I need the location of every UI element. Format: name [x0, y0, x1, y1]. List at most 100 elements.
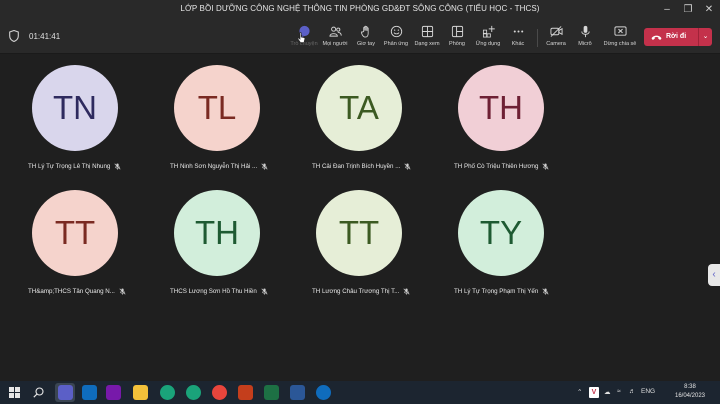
mic-muted-icon — [404, 163, 411, 170]
grid-view-icon — [421, 25, 433, 38]
window-title: LỚP BỒI DƯỠNG CÔNG NGHỆ THÔNG TIN PHÒNG … — [180, 4, 540, 13]
participant-tile[interactable]: TA TH Cải Đan Trịnh Bích Huyền ... — [310, 65, 450, 190]
avatar: TH — [458, 65, 544, 151]
edge-browser-icon[interactable] — [160, 385, 175, 400]
view-button[interactable]: Dạng xem — [412, 25, 442, 51]
apps-label: Ứng dụng — [475, 41, 501, 47]
mic-muted-icon — [114, 163, 121, 170]
raise-hand-label: Giơ tay — [357, 41, 375, 47]
avatar: TN — [32, 65, 118, 151]
browser-app-icon[interactable] — [316, 385, 331, 400]
outlook-app-icon[interactable] — [82, 385, 97, 400]
wifi-icon[interactable]: ≈ — [617, 388, 621, 395]
participant-name: TH Lương Châu Trương Thị T... — [312, 288, 410, 295]
more-button[interactable]: Khác — [503, 25, 533, 51]
participant-name: TH Cải Đan Trịnh Bích Huyền ... — [312, 163, 411, 170]
mic-muted-icon — [542, 288, 549, 295]
rooms-button[interactable]: Phòng — [442, 25, 472, 51]
avatar: TL — [174, 65, 260, 151]
meeting-timer: 01:41:41 — [29, 32, 61, 41]
minimize-icon[interactable]: – — [658, 2, 676, 17]
stop-sharing-label: Dừng chia sẻ — [603, 41, 637, 47]
phone-hangup-icon — [651, 35, 662, 40]
react-button[interactable]: Phản ứng — [381, 25, 411, 51]
mic-muted-icon — [403, 288, 410, 295]
apps-button[interactable]: Ứng dụng — [473, 25, 503, 51]
search-icon[interactable] — [33, 387, 44, 398]
stop-share-icon — [613, 26, 627, 36]
participant-name-text: TH Phố Cò Triệu Thiên Hương — [454, 163, 539, 171]
participant-tile[interactable]: TN TH Lý Tự Trọng Lê Thị Nhung — [26, 65, 166, 190]
add-apps-icon — [482, 25, 495, 38]
participant-grid: TN TH Lý Tự Trọng Lê Thị Nhung TL TH Ninh S… — [0, 55, 720, 381]
stop-sharing-button[interactable]: Dừng chia sẻ — [603, 25, 637, 51]
edge-dev-browser-icon[interactable] — [186, 385, 201, 400]
camera-icon — [549, 26, 563, 37]
rooms-label: Phòng — [449, 41, 465, 47]
participant-tile[interactable]: TT TH Lương Châu Trương Thị T... — [310, 190, 450, 315]
title-bar: LỚP BỒI DƯỠNG CÔNG NGHỆ THÔNG TIN PHÒNG … — [0, 0, 720, 20]
tray-chevron-up-icon[interactable]: ⌃ — [577, 388, 582, 396]
chevron-left-icon[interactable]: ‹ — [708, 264, 720, 286]
smiley-icon — [390, 25, 402, 38]
hand-icon — [360, 25, 369, 38]
input-language[interactable]: ENG — [641, 388, 655, 395]
participant-tile[interactable]: TL TH Ninh Sơn Nguyễn Thị Hải ... — [168, 65, 308, 190]
participant-tile[interactable]: TY TH Lý Tự Trọng Phạm Thị Yến — [452, 190, 592, 315]
avatar: TT — [316, 190, 402, 276]
clock-time: 8:38 — [684, 384, 696, 390]
mic-button[interactable]: Micrô — [570, 25, 600, 51]
participant-name-text: THCS Lương Sơn Hồ Thu Hiền — [170, 288, 257, 296]
people-icon — [328, 26, 342, 37]
powerpoint-app-icon[interactable] — [238, 385, 253, 400]
excel-app-icon[interactable] — [264, 385, 279, 400]
people-label: Mọi người — [322, 41, 348, 47]
mic-label: Micrô — [578, 41, 592, 47]
participant-name-text: TH&amp;THCS Tân Quang N... — [28, 288, 115, 296]
participant-name-text: TH Lý Tự Trọng Phạm Thị Yến — [454, 288, 539, 296]
avatar: TA — [316, 65, 402, 151]
chrome-browser-icon[interactable] — [212, 385, 227, 400]
clock-date: 16/04/2023 — [674, 393, 706, 399]
avatar: TY — [458, 190, 544, 276]
people-button[interactable]: Mọi người — [320, 25, 350, 51]
view-label: Dạng xem — [414, 41, 440, 47]
mic-muted-icon — [119, 288, 126, 295]
participant-tile[interactable]: TH THCS Lương Sơn Hồ Thu Hiền — [168, 190, 308, 315]
participant-name-text: TH Lương Châu Trương Thị T... — [312, 288, 400, 296]
camera-label: Camera — [546, 41, 566, 47]
participant-name: TH Phố Cò Triệu Thiên Hương — [454, 163, 549, 170]
taskbar-clock[interactable]: 8:38 16/04/2023 — [670, 383, 710, 401]
volume-icon[interactable]: ♬ — [629, 388, 636, 395]
raise-hand-button[interactable]: Giơ tay — [351, 25, 381, 51]
rooms-icon — [451, 25, 463, 38]
cloud-icon[interactable]: ☁ — [604, 388, 611, 396]
mouse-cursor-icon — [297, 32, 306, 43]
windows-taskbar: ⌃ V ☁ ≈ ♬ ENG 8:38 16/04/2023 — [0, 381, 720, 404]
teams-app-icon[interactable] — [58, 385, 73, 400]
participant-tile[interactable]: TH TH Phố Cò Triệu Thiên Hương — [452, 65, 592, 190]
file-explorer-icon[interactable] — [133, 385, 148, 400]
mic-muted-icon — [261, 163, 268, 170]
windows-start-icon[interactable] — [9, 387, 20, 398]
word-app-icon[interactable] — [290, 385, 305, 400]
avatar: TH — [174, 190, 260, 276]
participant-name: THCS Lương Sơn Hồ Thu Hiền — [170, 288, 268, 295]
react-label: Phản ứng — [383, 41, 409, 47]
toolbar-divider — [537, 29, 538, 47]
leave-button[interactable]: Rời đi — [644, 28, 698, 46]
participant-name: TH Ninh Sơn Nguyễn Thị Hải ... — [170, 163, 268, 170]
meeting-toolbar: 01:41:41 Trò chuyện Mọi người Giơ tay Ph… — [0, 20, 720, 54]
participant-tile[interactable]: TT TH&amp;THCS Tân Quang N... — [26, 190, 166, 315]
microphone-icon — [580, 25, 590, 38]
restore-icon[interactable]: ❐ — [679, 2, 697, 17]
close-icon[interactable]: ✕ — [700, 2, 718, 17]
unikey-v-icon[interactable]: V — [589, 387, 599, 398]
shield-icon — [9, 30, 19, 42]
mic-muted-icon — [542, 163, 549, 170]
camera-button[interactable]: Camera — [541, 25, 571, 51]
leave-options-chevron-icon[interactable]: ⌄ — [698, 28, 712, 46]
onenote-app-icon[interactable] — [106, 385, 121, 400]
participant-name-text: TH Lý Tự Trọng Lê Thị Nhung — [28, 163, 111, 171]
participant-name: TH Lý Tự Trọng Lê Thị Nhung — [28, 163, 121, 170]
